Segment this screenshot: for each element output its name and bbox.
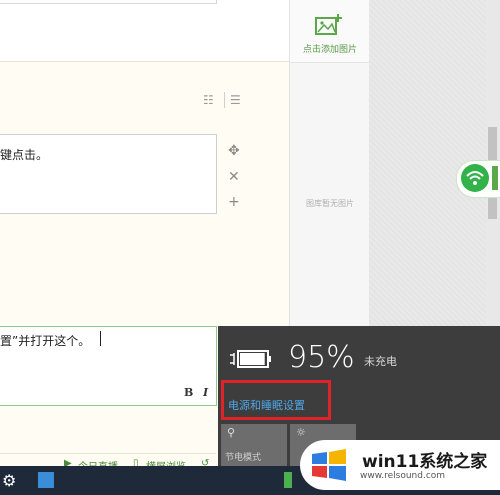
list-separator xyxy=(224,92,225,108)
battery-saver-icon: ⚲ xyxy=(227,426,236,439)
battery-icon xyxy=(230,350,271,368)
taskbar-battery-icon[interactable] xyxy=(284,472,292,488)
add-image-icon xyxy=(315,14,342,35)
editor-top-box xyxy=(0,0,217,4)
battery-percent: 95% xyxy=(288,340,355,375)
step-text-active: 置”并打开这个。 xyxy=(0,334,91,348)
battery-saver-tile[interactable]: ⚲ 节电模式 xyxy=(221,424,287,466)
add-image-area[interactable]: 点击添加图片 xyxy=(290,0,370,63)
windows-logo-icon xyxy=(312,449,346,481)
watermark-title: win11系统之家 xyxy=(362,452,488,472)
brightness-icon: ☼ xyxy=(296,426,306,439)
highlight-box xyxy=(221,380,331,420)
italic-button[interactable]: I xyxy=(203,386,208,399)
numbered-list-icon[interactable]: ☷ xyxy=(203,93,214,107)
app-icon[interactable] xyxy=(38,472,54,488)
settings-gear-icon[interactable]: ⚙ xyxy=(2,471,16,490)
watermark-url: www.relsound.com xyxy=(360,471,446,481)
gallery-empty-text: 图库暂无图片 xyxy=(306,199,354,208)
battery-saver-label: 节电模式 xyxy=(225,453,262,463)
add-image-label: 点击添加图片 xyxy=(302,45,357,55)
wifi-side-tab xyxy=(492,166,498,190)
bold-button[interactable]: B xyxy=(184,386,193,399)
add-icon[interactable]: + xyxy=(228,194,240,210)
move-icon[interactable]: ✥ xyxy=(228,143,240,159)
text-caret xyxy=(100,331,101,346)
charging-status: 未充电 xyxy=(364,355,397,368)
wifi-icon[interactable] xyxy=(461,164,489,192)
close-icon[interactable]: ✕ xyxy=(228,169,240,185)
editor-top-area xyxy=(0,0,289,62)
bullet-list-icon[interactable]: ☰ xyxy=(230,93,241,107)
step-text: 键点击。 xyxy=(0,148,49,162)
